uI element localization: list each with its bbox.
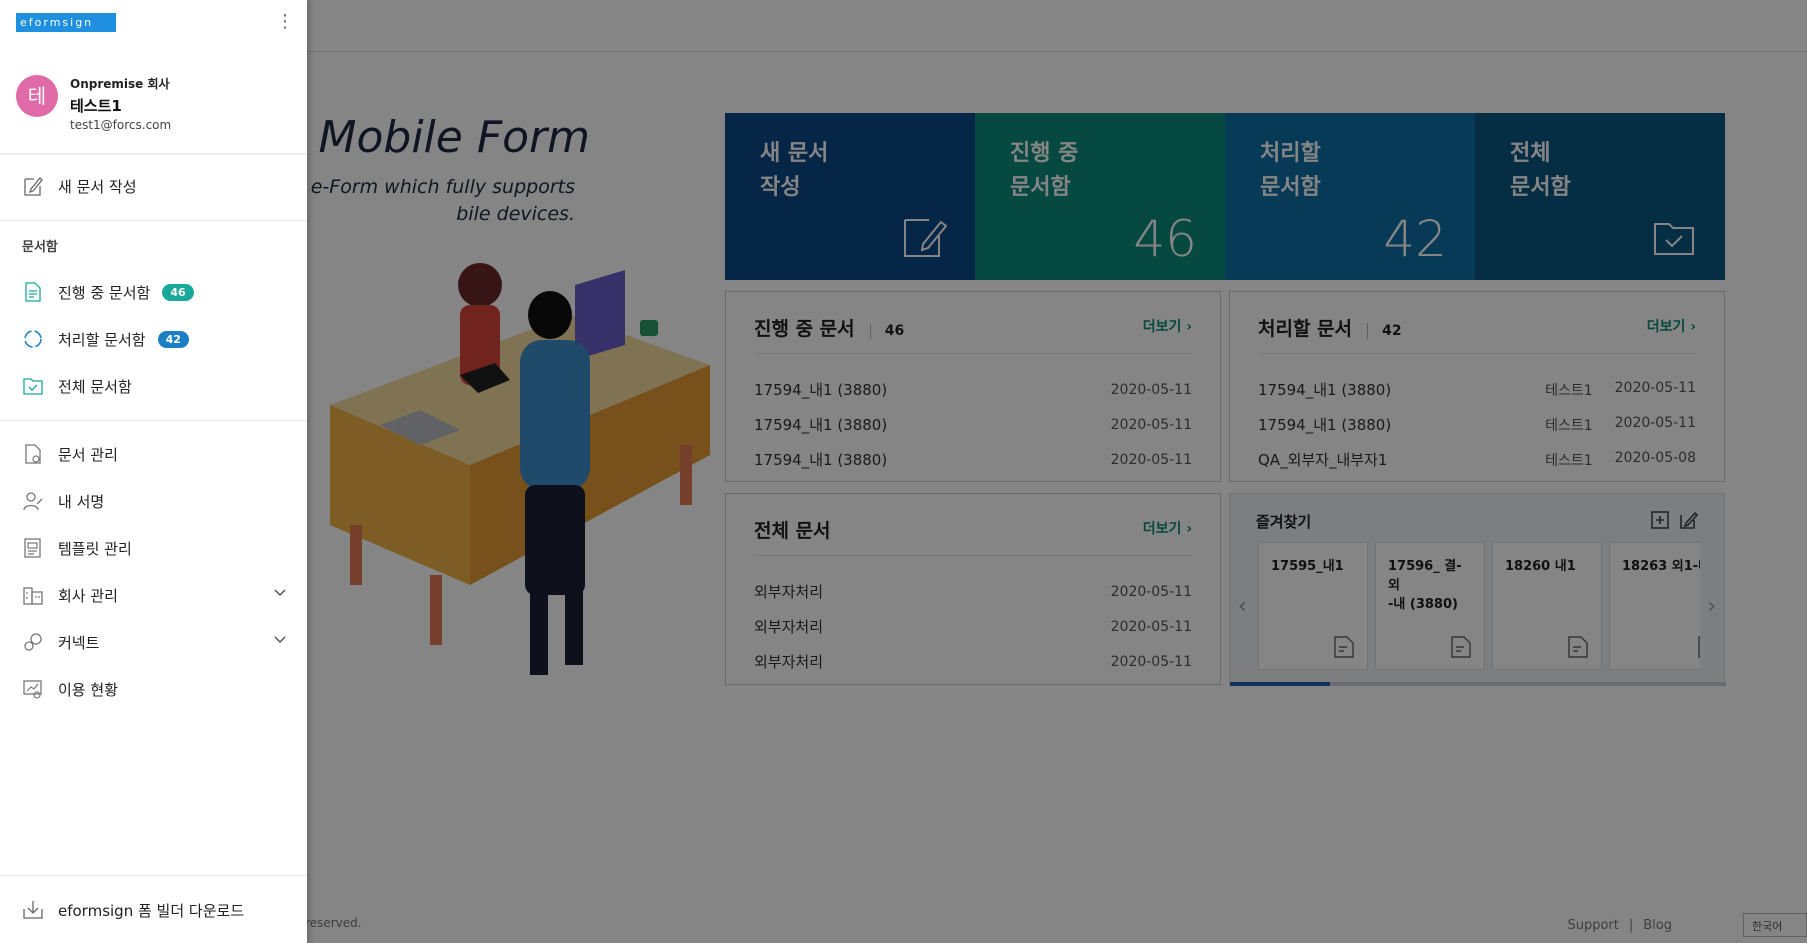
menu-in-progress-box[interactable]: 진행 중 문서함 46 [0,272,307,312]
menu-new-document[interactable]: 새 문서 작성 [0,166,307,206]
section-label-documents: 문서함 [22,240,58,255]
user-name: 테스트1 [70,97,122,115]
count-badge: 42 [157,330,189,348]
document-icon [25,282,41,302]
refresh-icon [24,330,42,348]
menu-label: 전체 문서함 [58,377,132,396]
menu-label: 커넥트 [58,633,100,652]
menu-company-management[interactable]: 회사 관리 [0,575,307,615]
chevron-down-icon[interactable] [273,633,287,647]
menu-label: 회사 관리 [58,586,118,605]
template-icon [24,538,41,558]
more-options-icon[interactable]: ⋮ [276,12,294,32]
chart-search-icon [23,680,42,699]
user-pen-icon [23,492,43,511]
avatar: 테 [16,75,58,117]
building-icon [23,587,43,605]
menu-connect[interactable]: 커넥트 [0,622,307,662]
menu-label: 이용 현황 [58,680,118,699]
navigation-drawer: eformsign ⋮ 테 Onpremise 회사 테스트1 test1@fo… [0,0,307,943]
edit-document-icon [24,177,43,196]
menu-label: 처리할 문서함 [58,330,146,349]
download-icon [23,901,43,919]
folder-check-icon [23,378,43,395]
divider [0,420,307,421]
divider [0,220,307,221]
menu-usage-status[interactable]: 이용 현황 [0,669,307,709]
menu-to-process-box[interactable]: 처리할 문서함 42 [0,319,307,359]
gears-icon [24,633,42,651]
user-profile: 테 Onpremise 회사 테스트1 test1@forcs.com [0,55,307,155]
menu-my-signature[interactable]: 내 서명 [0,481,307,521]
menu-label: 내 서명 [58,492,105,511]
menu-label: eformsign 폼 빌더 다운로드 [58,901,245,920]
divider [0,875,307,876]
chevron-down-icon[interactable] [273,586,287,600]
menu-all-documents-box[interactable]: 전체 문서함 [0,366,307,406]
app-logo[interactable]: eformsign [16,13,116,32]
company-name: Onpremise 회사 [70,77,170,91]
menu-document-management[interactable]: 문서 관리 [0,434,307,474]
menu-label: 템플릿 관리 [58,539,132,558]
download-form-builder[interactable]: eformsign 폼 빌더 다운로드 [0,890,307,930]
count-badge: 46 [162,283,194,301]
menu-template-management[interactable]: 템플릿 관리 [0,528,307,568]
document-settings-icon [25,444,41,464]
user-email: test1@forcs.com [70,118,172,132]
menu-label: 문서 관리 [58,445,118,464]
menu-label: 새 문서 작성 [58,177,137,196]
menu-label: 진행 중 문서함 [58,283,151,302]
